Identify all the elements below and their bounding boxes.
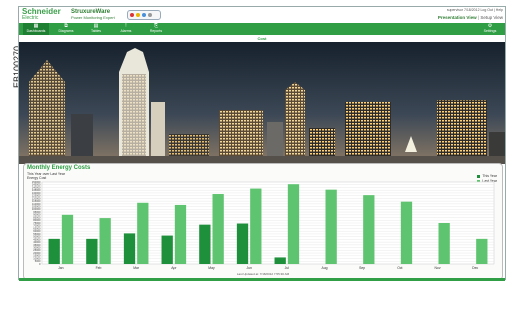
status-dot-gray-icon (148, 13, 152, 17)
bar-this-year (86, 238, 98, 264)
nav-label: Settings (483, 29, 497, 33)
bar-this-year (199, 224, 211, 264)
x-tick-label: Sep (359, 266, 365, 270)
presentation-view-link[interactable]: Presentation View (438, 15, 477, 20)
bar-last-year (137, 202, 149, 264)
status-dot-yellow-icon (136, 13, 140, 17)
x-tick-label: Jul (285, 266, 290, 270)
bar-this-year (236, 223, 249, 264)
nav-label: Alarms (120, 29, 132, 33)
nav-label: Reports (149, 29, 163, 33)
main-nav: ▦ Dashboards ⧉ Diagrams ▤ Tables ! Alarm… (19, 23, 505, 35)
bar-last-year (363, 195, 375, 264)
status-dot-blue-icon (142, 13, 146, 17)
bar-last-year (287, 184, 300, 264)
x-tick-label: Feb (96, 266, 102, 270)
last-updated: Last Updated at: 7/18/2012 7:55:30 AM (236, 272, 290, 276)
x-tick-label: Apr (171, 266, 177, 270)
view-separator: | (477, 15, 480, 20)
bar-last-year (400, 201, 413, 264)
footer-bar (19, 278, 505, 281)
bar-last-year (61, 214, 74, 264)
nav-settings[interactable]: ⚙ Settings (477, 23, 503, 35)
bar-last-year (325, 189, 337, 264)
energy-cost-chart: 0500010000150002000025000300003500040000… (32, 180, 495, 270)
bar-this-year (161, 235, 173, 264)
energy-cost-panel: Monthly Energy Costs This Year over Last… (23, 163, 503, 280)
user-info[interactable]: supervisor 7/18/2012 Log Out | Help (447, 8, 503, 12)
nav-label: Diagrams (58, 29, 74, 33)
setup-view-link[interactable]: Setup View (480, 15, 503, 20)
banner-image (19, 42, 505, 164)
city-skyline-image (19, 42, 505, 164)
bar-last-year (212, 194, 224, 264)
product-logo: StruxureWare Power Monitoring Expert (71, 9, 115, 20)
x-tick-label: Dec (472, 266, 478, 270)
x-tick-label: Aug (321, 266, 327, 270)
x-tick-label: Jan (58, 266, 64, 270)
x-tick-label: Mar (133, 266, 140, 270)
nav-label: Dashboards (26, 29, 46, 33)
panel-title: Monthly Energy Costs (27, 165, 91, 171)
status-dot-red-icon (130, 13, 134, 17)
y-tick-label: 150000 (32, 180, 41, 184)
brand-sub: Electric (22, 15, 39, 21)
bar-last-year (250, 188, 262, 264)
view-switcher: Presentation View | Setup View (438, 15, 503, 20)
nav-tables[interactable]: ▤ Tables (83, 23, 109, 35)
x-tick-label: May (208, 266, 215, 270)
bar-last-year (438, 223, 450, 264)
brand-logo: Schneider Electric (22, 8, 61, 22)
bar-last-year (476, 238, 488, 264)
bar-last-year (99, 218, 111, 264)
x-tick-label: Jun (246, 266, 252, 270)
nav-label: Tables (90, 29, 102, 33)
nav-dashboards[interactable]: ▦ Dashboards (23, 23, 49, 35)
status-widget[interactable] (127, 10, 161, 20)
nav-reports[interactable]: ⎘ Reports (143, 23, 169, 35)
product-tag: Power Monitoring Expert (71, 15, 115, 20)
nav-alarms[interactable]: ! Alarms (113, 23, 139, 35)
bar-this-year (48, 238, 60, 264)
bar-last-year (174, 204, 187, 264)
figure-code: EB100270 (2, 6, 22, 96)
nav-diagrams[interactable]: ⧉ Diagrams (53, 23, 79, 35)
app-window: Schneider Electric StruxureWare Power Mo… (18, 6, 506, 281)
top-bar: Schneider Electric StruxureWare Power Mo… (19, 7, 505, 23)
bar-this-year (274, 257, 286, 264)
bar-this-year (123, 233, 136, 264)
x-tick-label: Nov (434, 266, 440, 270)
x-tick-label: Oct (397, 266, 402, 270)
